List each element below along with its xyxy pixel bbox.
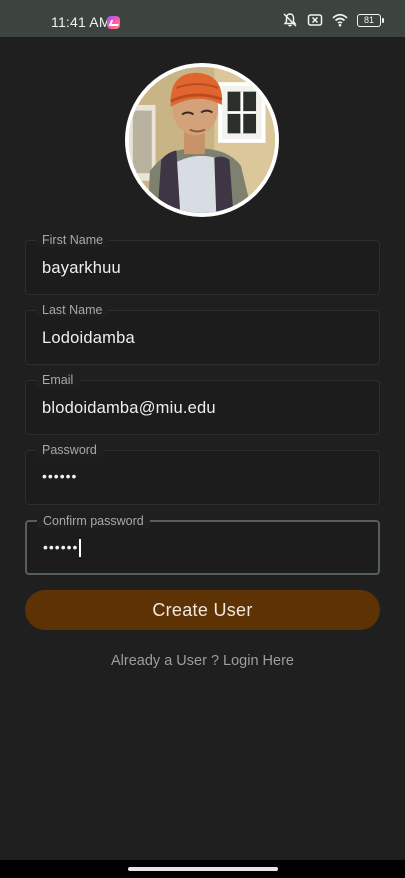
first-name-field[interactable]: First Name bayarkhuu [25, 233, 380, 295]
confirm-password-input[interactable]: •••••• [43, 539, 78, 555]
login-link[interactable]: Already a User ? Login Here [0, 653, 405, 669]
password-field[interactable]: Password •••••• [25, 443, 380, 505]
create-user-button[interactable]: Create User [25, 590, 380, 630]
last-name-input[interactable]: Lodoidamba [42, 329, 135, 348]
password-label: Password [36, 443, 103, 457]
confirm-password-field[interactable]: Confirm password •••••• [25, 514, 380, 575]
wifi-icon [332, 12, 348, 28]
home-indicator[interactable] [128, 867, 278, 871]
first-name-input[interactable]: bayarkhuu [42, 259, 121, 278]
text-caret [79, 539, 82, 558]
confirm-password-input-wrap[interactable]: •••••• [43, 539, 82, 558]
messenger-icon [107, 16, 120, 29]
first-name-label: First Name [36, 233, 110, 247]
status-time: 11:41 AM [51, 14, 111, 30]
status-icons: 81 [282, 12, 384, 28]
status-bar: 11:41 AM 81 [0, 0, 405, 37]
bell-off-icon [282, 12, 298, 28]
last-name-label: Last Name [36, 303, 109, 317]
password-input[interactable]: •••••• [42, 468, 77, 484]
confirm-password-label: Confirm password [37, 514, 150, 528]
email-input[interactable]: blodoidamba@miu.edu [42, 399, 216, 418]
profile-photo [129, 67, 275, 213]
battery-icon: 81 [357, 13, 384, 27]
email-field[interactable]: Email blodoidamba@miu.edu [25, 373, 380, 435]
navigation-bar [0, 860, 405, 878]
last-name-field[interactable]: Last Name Lodoidamba [25, 303, 380, 365]
email-label: Email [36, 373, 80, 387]
sim-x-icon [307, 12, 323, 28]
profile-avatar[interactable] [125, 63, 279, 217]
